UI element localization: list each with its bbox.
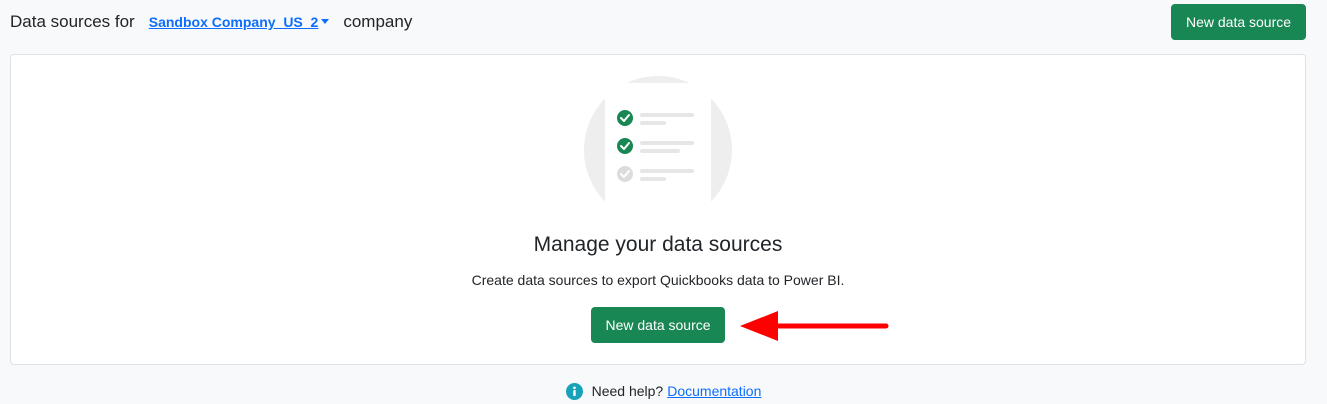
new-data-source-button-top[interactable]: New data source (1171, 4, 1306, 40)
check-icon (617, 138, 633, 154)
empty-state-title: Manage your data sources (533, 233, 783, 256)
empty-state-card: Manage your data sources Create data sou… (10, 54, 1306, 365)
caret-down-icon (321, 18, 330, 24)
company-name: Sandbox Company_US_2 (148, 14, 319, 30)
header-prefix: Data sources for (10, 12, 135, 31)
check-icon (617, 110, 633, 126)
new-data-source-button-center[interactable]: New data source (591, 307, 725, 343)
help-text: Need help? (591, 383, 664, 399)
help-footer: Need help? Documentation (0, 380, 1327, 402)
header-suffix: company (343, 12, 413, 31)
page-header: Data sources for Sandbox Company_US_2 co… (10, 4, 1306, 40)
checklist-illustration (584, 76, 732, 201)
red-arrow-annotation (740, 311, 889, 341)
documentation-link[interactable]: Documentation (667, 383, 761, 399)
check-icon-inactive (617, 166, 633, 182)
empty-state-subtitle: Create data sources to export Quickbooks… (471, 272, 845, 288)
company-selector[interactable]: Sandbox Company_US_2 (149, 14, 330, 30)
info-icon (565, 382, 583, 400)
